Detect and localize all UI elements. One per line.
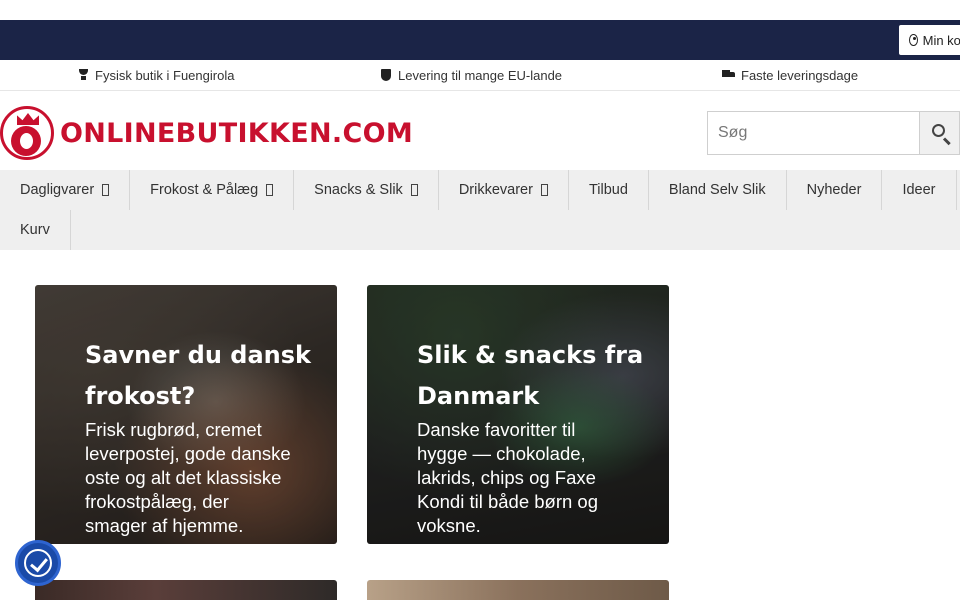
info-bar: Fysisk butik i Fuengirola Levering til m… [0, 60, 960, 91]
info-label: Fysisk butik i Fuengirola [95, 67, 235, 83]
promo-card-partial[interactable] [367, 580, 669, 600]
nav-item-label: Ideer [902, 182, 936, 198]
nav-item-drikkevarer[interactable]: Drikkevarer [439, 170, 569, 210]
nav-item-nyheder[interactable]: Nyheder [787, 170, 883, 210]
card-title: Slik & snacks fra Danmark [417, 341, 644, 410]
site-logo[interactable]: ONLINEBUTIKKEN.COM [0, 105, 413, 161]
nav-item-bland-selv-slik[interactable]: Bland Selv Slik [649, 170, 787, 210]
nav-item-label: Snacks & Slik [314, 182, 403, 198]
nav-item-kurv[interactable]: Kurv [0, 210, 71, 250]
shield-icon [381, 69, 391, 81]
search-button[interactable] [919, 111, 960, 155]
cookie-consent-button[interactable] [15, 540, 61, 586]
search-input[interactable] [707, 111, 919, 155]
logo-crown-icon [0, 106, 54, 160]
info-label: Faste leveringsdage [741, 67, 859, 83]
site-header: ONLINEBUTIKKEN.COM [0, 91, 960, 170]
my-account-label: Min konto [922, 32, 960, 48]
nav-item-frokost-palaeg[interactable]: Frokost & Pålæg [130, 170, 295, 210]
dropdown-icon [102, 184, 110, 196]
info-fixed-delivery-days: Faste leveringsdage [722, 60, 858, 90]
nav-item-label: Bland Selv Slik [668, 182, 766, 198]
cookie-consent-icon [24, 549, 52, 577]
search-form [707, 111, 960, 155]
dropdown-icon [540, 184, 548, 196]
info-eu-delivery: Levering til mange EU-lande [381, 60, 562, 90]
card-text: Frisk rugbrød, cremet leverpostej, gode … [85, 419, 291, 536]
nav-item-label: Dagligvarer [20, 182, 95, 198]
dropdown-icon [266, 184, 274, 196]
promo-card-partial[interactable] [35, 580, 337, 600]
main-navigation: Dagligvarer Frokost & Pålæg Snacks & Sli… [0, 170, 960, 250]
promo-card-frokost[interactable]: Savner du dansk frokost? Frisk rugbrød, … [35, 285, 337, 544]
my-account-button[interactable]: Min konto [899, 25, 960, 55]
top-bar: Min konto [0, 20, 960, 60]
nav-item-label: Nyheder [806, 182, 862, 198]
nav-item-label: Drikkevarer [458, 182, 533, 198]
truck-icon [722, 70, 735, 80]
nav-row-2: Kurv [0, 210, 71, 250]
card-text: Danske favoritter til hygge — chokolade,… [417, 419, 599, 536]
nav-item-ideer[interactable]: Ideer [882, 170, 957, 210]
card-title: Savner du dansk frokost? [85, 341, 312, 410]
search-icon [932, 124, 945, 137]
nav-item-label: Kurv [20, 222, 50, 238]
info-label: Levering til mange EU-lande [398, 67, 563, 83]
nav-item-dagligvarer[interactable]: Dagligvarer [0, 170, 131, 210]
nav-item-label: Tilbud [588, 182, 628, 198]
info-physical-store: Fysisk butik i Fuengirola [78, 60, 234, 90]
promo-card-snacks[interactable]: Slik & snacks fra Danmark Danske favorit… [367, 285, 669, 544]
nav-item-tilbud[interactable]: Tilbud [569, 170, 649, 210]
nav-item-label: Frokost & Pålæg [150, 182, 259, 198]
nav-row-1: Dagligvarer Frokost & Pålæg Snacks & Sli… [0, 170, 957, 210]
trophy-icon [78, 69, 89, 81]
dropdown-icon [410, 184, 418, 196]
top-spacer [0, 0, 960, 20]
nav-item-snacks-slik[interactable]: Snacks & Slik [294, 170, 439, 210]
user-icon [909, 34, 918, 46]
logo-text: ONLINEBUTIKKEN.COM [60, 117, 413, 149]
